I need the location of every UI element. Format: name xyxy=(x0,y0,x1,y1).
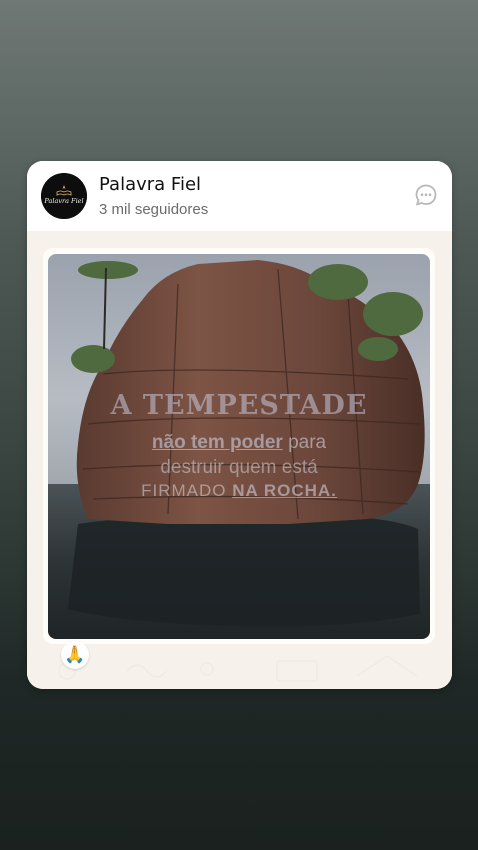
reaction-badge[interactable]: 🙏 xyxy=(61,641,89,669)
book-logo-icon xyxy=(41,173,87,219)
image-text-line4-bold: NA ROCHA. xyxy=(232,481,337,500)
post-media-frame: A TEMPESTADE não tem poder para destruir… xyxy=(43,248,435,644)
follower-count: 3 mil seguidores xyxy=(99,201,209,218)
image-text-line4-plain: FIRMADO xyxy=(141,481,233,500)
chat-bubble-icon[interactable] xyxy=(414,183,438,207)
channel-avatar[interactable]: Palavra Fiel xyxy=(41,173,87,219)
post-image[interactable]: A TEMPESTADE não tem poder para destruir… xyxy=(48,254,430,639)
image-text-line3: destruir quem está xyxy=(160,457,318,478)
image-text-line2: não tem poder para xyxy=(48,432,430,454)
avatar-label: Palavra Fiel xyxy=(44,197,84,205)
image-text-line2-bold: não tem poder xyxy=(151,432,283,453)
chat-area: A TEMPESTADE não tem poder para destruir… xyxy=(27,231,452,689)
image-text-line2-rest: para xyxy=(282,432,327,453)
image-text-line4: FIRMADO NA ROCHA. xyxy=(48,481,430,501)
channel-post-card: Palavra Fiel Palavra Fiel 3 mil seguidor… xyxy=(27,161,452,689)
channel-header[interactable]: Palavra Fiel Palavra Fiel 3 mil seguidor… xyxy=(27,161,452,231)
image-text-title: A TEMPESTADE xyxy=(110,390,368,421)
channel-name[interactable]: Palavra Fiel xyxy=(99,174,201,195)
